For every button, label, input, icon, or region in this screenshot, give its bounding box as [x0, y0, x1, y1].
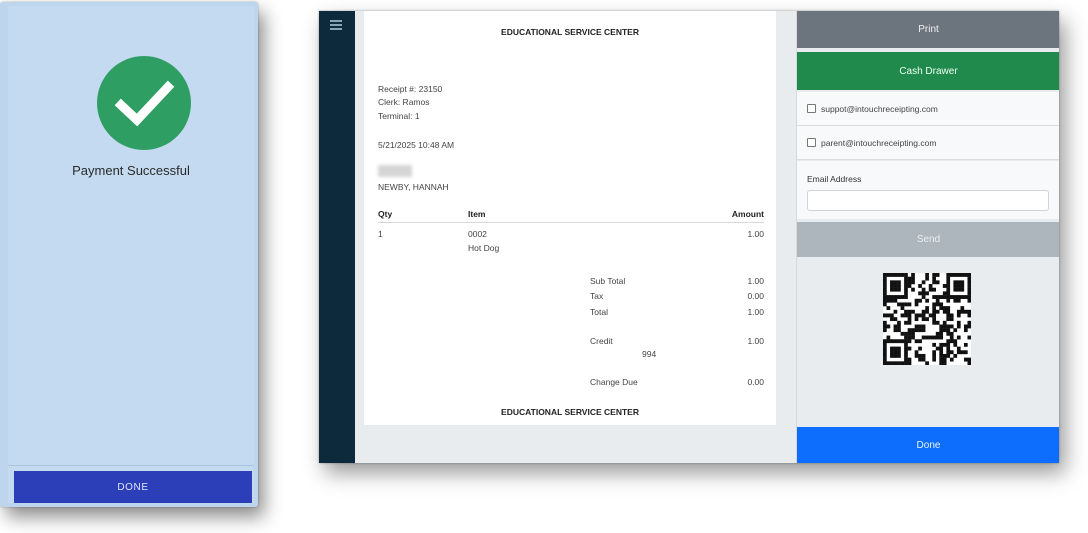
check-circle-icon [97, 56, 191, 150]
item-name: Hot Dog [468, 243, 500, 253]
tax-value: 0.00 [747, 291, 764, 301]
receipt-area: EDUCATIONAL SERVICE CENTER Receipt #: 23… [355, 11, 796, 463]
phone-divider [8, 465, 254, 466]
phone-done-button[interactable]: DONE [14, 471, 252, 503]
receipt-actions-panel: Print Cash Drawer suppot@intouchreceipti… [796, 11, 1059, 463]
tablet-device: EDUCATIONAL SERVICE CENTER Receipt #: 23… [319, 11, 1059, 463]
item-header: Item [468, 209, 486, 219]
item-amount: 1.00 [747, 229, 764, 239]
payment-status-message: Payment Successful [72, 163, 190, 178]
receipt-footer: EDUCATIONAL SERVICE CENTER [501, 407, 639, 417]
credit-value: 1.00 [747, 336, 764, 346]
receipt-title: EDUCATIONAL SERVICE CENTER [501, 27, 639, 37]
receipt-terminal: Terminal: 1 [378, 111, 420, 121]
hamburger-menu-icon[interactable] [330, 20, 342, 30]
change-due-row: Change Due 0.00 [378, 377, 764, 389]
done-button[interactable]: Done [797, 427, 1059, 463]
item-code: 0002 [468, 229, 487, 239]
email-option-support[interactable]: suppot@intouchreceipting.com [797, 92, 1059, 126]
receipt-datetime: 5/21/2025 10:48 AM [378, 140, 455, 150]
amount-header: Amount [731, 209, 764, 219]
change-due-value: 0.00 [747, 377, 764, 387]
item-qty: 1 [378, 229, 383, 239]
email-option-parent[interactable]: parent@intouchreceipting.com [797, 126, 1059, 160]
print-button[interactable]: Print [797, 11, 1059, 48]
cash-drawer-button[interactable]: Cash Drawer [797, 52, 1059, 90]
send-button[interactable]: Send [797, 222, 1059, 257]
email-checkbox[interactable] [807, 104, 816, 113]
tax-label: Tax [590, 291, 604, 301]
email-address-group: Email Address [797, 161, 1059, 219]
subtotal-label: Sub Total [590, 276, 626, 286]
phone-device: Payment Successful DONE [0, 2, 258, 507]
total-row: Total 1.00 [378, 307, 764, 319]
email-address-label: Email Address [807, 174, 862, 184]
phone-screen: Payment Successful [8, 6, 254, 503]
email-option-label: suppot@intouchreceipting.com [821, 103, 938, 114]
receipt-clerk: Clerk: Ramos [378, 97, 430, 107]
items-table-header: Qty Item Amount [378, 209, 764, 223]
qty-header: Qty [378, 209, 393, 219]
side-rail [319, 11, 355, 463]
total-label: Total [590, 307, 608, 317]
redacted-field [378, 165, 412, 177]
credit-reference: 994 [642, 349, 657, 359]
tax-row: Tax 0.00 [378, 291, 764, 303]
receipt: EDUCATIONAL SERVICE CENTER Receipt #: 23… [364, 11, 776, 425]
table-row: 1 0002 Hot Dog 1.00 [378, 229, 764, 259]
screenshot-stage: Payment Successful DONE EDUCATIONAL SERV… [0, 0, 1088, 533]
receipt-customer: NEWBY, HANNAH [378, 182, 449, 192]
email-checkbox[interactable] [807, 138, 816, 147]
email-option-label: parent@intouchreceipting.com [821, 137, 937, 148]
qr-code-icon [883, 273, 972, 366]
receipt-number: Receipt #: 23150 [378, 84, 443, 94]
change-due-label: Change Due [590, 377, 638, 387]
subtotal-value: 1.00 [747, 276, 764, 286]
subtotal-row: Sub Total 1.00 [378, 276, 764, 288]
credit-label: Credit [590, 336, 613, 346]
email-address-input[interactable] [807, 190, 1049, 211]
total-value: 1.00 [747, 307, 764, 317]
credit-row: Credit 994 1.00 [378, 336, 764, 364]
